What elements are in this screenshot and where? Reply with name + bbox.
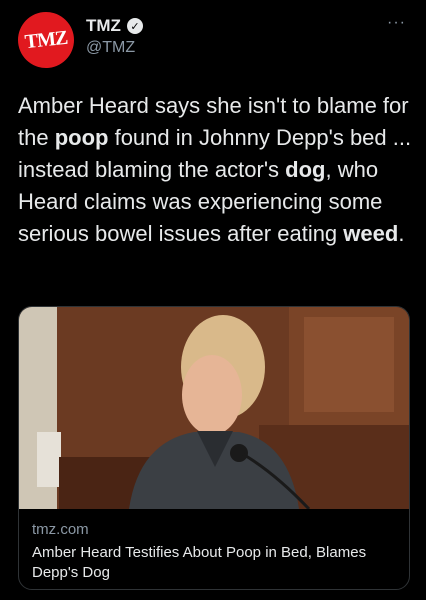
card-title[interactable]: Amber Heard Testifies About Poop in Bed,… <box>32 543 392 583</box>
verified-badge-icon: ✓ <box>126 18 143 34</box>
tweet-text: Amber Heard says she isn't to blame for … <box>18 90 413 250</box>
link-card[interactable]: tmz.com Amber Heard Testifies About Poop… <box>18 306 410 590</box>
tweet-text-bold: weed <box>343 221 399 246</box>
tweet-text-segment: . <box>398 221 405 246</box>
card-domain: tmz.com <box>32 521 89 538</box>
tweet-text-bold: dog <box>285 157 326 182</box>
tweet-header: TMZ TMZ ✓ @TMZ ··· <box>0 0 426 80</box>
author-name-row: TMZ ✓ <box>86 16 143 36</box>
ellipsis-icon[interactable]: ··· <box>387 14 406 32</box>
avatar[interactable]: TMZ <box>15 9 77 71</box>
display-name[interactable]: TMZ <box>86 16 121 36</box>
tweet-text-bold: poop <box>54 125 109 150</box>
author-handle[interactable]: @TMZ <box>86 39 135 57</box>
card-image[interactable] <box>19 307 409 509</box>
